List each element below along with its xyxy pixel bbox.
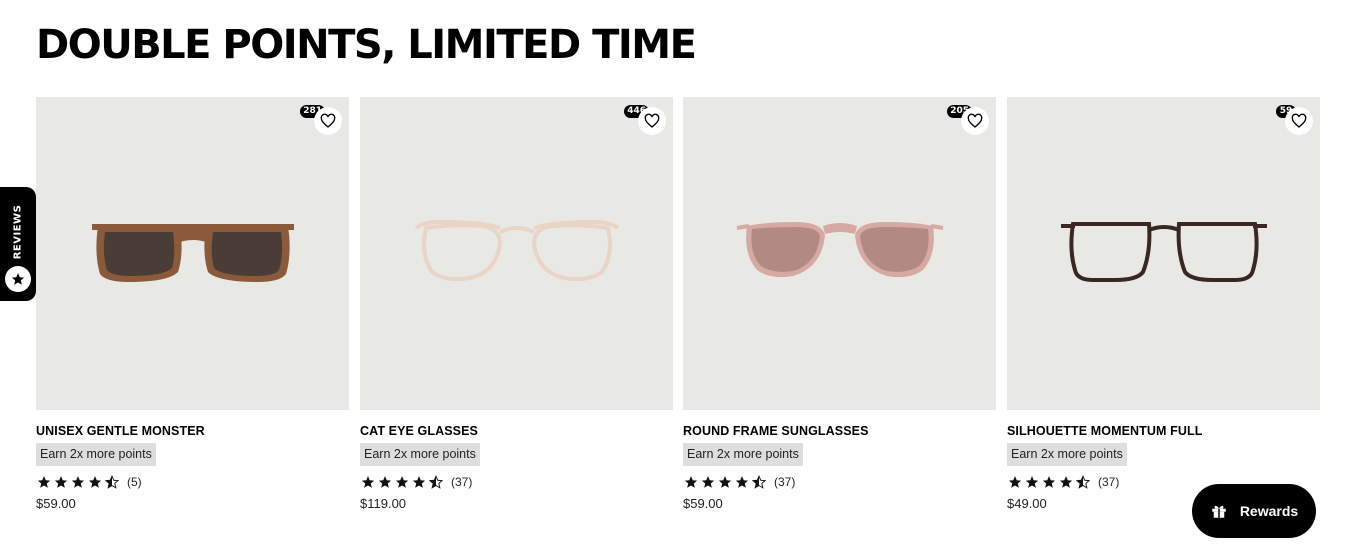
price: $59.00 [36,496,76,511]
sunglasses-image [736,221,943,277]
price: $59.00 [683,496,723,511]
points-badge: Earn 2x more points [360,443,480,466]
star-icon [1059,476,1073,488]
product-name[interactable]: UNISEX GENTLE MONSTER [36,424,205,438]
star-icon [37,476,51,488]
star-rating [361,475,443,489]
review-count[interactable]: (37) [1098,475,1119,489]
star-icon [395,476,409,488]
rewards-label: Rewards [1239,503,1299,519]
product-name[interactable]: SILHOUETTE MOMENTUM FULL [1007,424,1202,438]
product-image[interactable]: 446 [360,97,673,410]
wishlist-heart-icon[interactable] [638,107,666,135]
star-icon [5,266,31,292]
points-badge: Earn 2x more points [683,443,803,466]
star-icon [361,476,375,488]
star-icon [735,476,749,488]
star-rating [684,475,766,489]
rating: (5) [36,473,142,491]
points-badge: Earn 2x more points [36,443,156,466]
product-grid: 281 UNISEX GENTLE MONSTER Earn 2x more p… [36,97,1320,527]
half-star-icon [752,475,766,489]
review-count[interactable]: (37) [774,475,795,489]
review-count[interactable]: (37) [451,475,472,489]
product-image[interactable]: 59 [1007,97,1320,410]
product-card[interactable]: 205 ROUND FRAME SUNGLASSES Earn 2x more … [683,97,996,527]
rewards-button[interactable]: Rewards [1192,484,1316,538]
wishlist-heart-icon[interactable] [1285,107,1313,135]
rating: (37) [360,473,472,491]
points-badge: Earn 2x more points [1007,443,1127,466]
star-icon [1025,476,1039,488]
wishlist-heart-icon[interactable] [314,107,342,135]
product-card[interactable]: 446 CAT EYE GLASSES Earn 2x more points … [360,97,673,527]
sunglasses-image [91,223,294,282]
star-rating [37,475,119,489]
star-icon [684,476,698,488]
rating: (37) [1007,473,1119,491]
price: $49.00 [1007,496,1047,511]
product-card[interactable]: 281 UNISEX GENTLE MONSTER Earn 2x more p… [36,97,349,527]
price: $119.00 [360,496,407,511]
star-rating [1008,475,1090,489]
star-icon [88,476,102,488]
star-icon [1008,476,1022,488]
star-icon [378,476,392,488]
product-name[interactable]: CAT EYE GLASSES [360,424,478,438]
section-title: DOUBLE POINTS, LIMITED TIME [36,22,697,68]
product-card[interactable]: 59 SILHOUETTE MOMENTUM FULL Earn 2x more… [1007,97,1320,527]
half-star-icon [429,475,443,489]
product-image[interactable]: 205 [683,97,996,410]
product-name[interactable]: ROUND FRAME SUNGLASSES [683,424,869,438]
star-icon [412,476,426,488]
reviews-tab-label: REVIEWS [12,204,24,260]
star-icon [701,476,715,488]
glasses-image [414,219,619,281]
gift-icon [1212,505,1226,518]
wishlist-heart-icon[interactable] [961,107,989,135]
half-star-icon [105,475,119,489]
rating: (37) [683,473,795,491]
star-icon [718,476,732,488]
star-icon [71,476,85,488]
star-icon [1042,476,1056,488]
star-icon [54,476,68,488]
product-image[interactable]: 281 [36,97,349,410]
glasses-image [1060,221,1267,282]
reviews-side-tab[interactable]: REVIEWS [0,187,36,301]
review-count[interactable]: (5) [127,475,142,489]
half-star-icon [1076,475,1090,489]
